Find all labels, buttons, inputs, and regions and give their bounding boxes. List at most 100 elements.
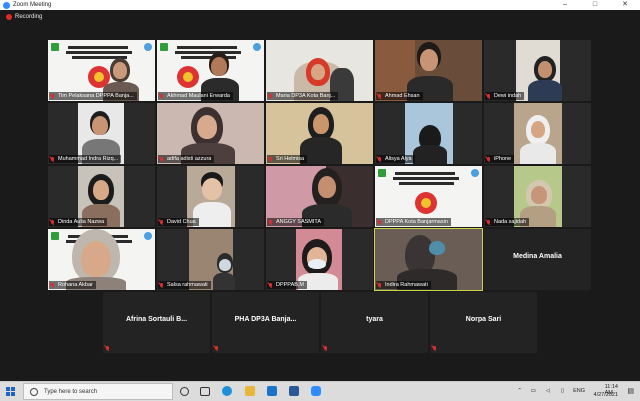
- participant-tile[interactable]: Akhmad Maulani Erwarda: [157, 40, 264, 101]
- edge-icon[interactable]: [222, 386, 232, 396]
- muted-mic-icon: [433, 345, 437, 351]
- muted-mic-icon: [215, 345, 219, 351]
- muted-mic-icon: [160, 282, 164, 288]
- participant-namebar: Muhammad Indra Rizq...: [49, 155, 122, 163]
- participant-name: David Chua: [167, 219, 196, 225]
- participant-tile[interactable]: Salsa rahmawati: [157, 229, 264, 290]
- muted-mic-icon: [487, 219, 491, 225]
- muted-mic-icon: [51, 282, 55, 288]
- participant-namebar: adifa adisti azzura: [158, 155, 215, 163]
- participant-display-name: Norpa Sari: [465, 316, 502, 323]
- participant-namebar: Rohana Akbar: [49, 281, 96, 289]
- participant-tile[interactable]: adifa adisti azzura: [157, 103, 264, 164]
- recording-label: Recording: [15, 14, 43, 20]
- muted-mic-icon: [378, 219, 382, 225]
- muted-mic-icon: [160, 93, 164, 99]
- participant-namebar: iPhone: [485, 155, 515, 163]
- participant-name: Dewi indah: [494, 93, 522, 99]
- participant-namebar: Nada sajidah: [485, 218, 530, 226]
- zoom-icon[interactable]: [311, 386, 321, 396]
- participant-namebar: Dinda Aulia Nazwa: [49, 218, 108, 226]
- participant-name: Sri Helmisa: [276, 156, 305, 162]
- participant-namebar: ANGGY SASMITA: [267, 218, 325, 226]
- window-title: Zoom Meeting: [13, 2, 52, 8]
- word-icon[interactable]: [289, 386, 299, 396]
- cortana-icon[interactable]: [180, 387, 189, 396]
- notification-icon[interactable]: ▤: [627, 387, 634, 395]
- muted-mic-icon: [160, 156, 164, 162]
- participant-tile[interactable]: ANGGY SASMITA: [266, 166, 373, 227]
- search-icon: [30, 387, 38, 396]
- muted-mic-icon: [106, 345, 110, 351]
- participant-tile[interactable]: Ahmad Ehsan: [375, 40, 482, 101]
- participant-tile[interactable]: Muhammad Indra Rizq...: [48, 103, 155, 164]
- participant-namebar: Salsa rahmawati: [158, 281, 211, 289]
- participant-namebar: DPPPA Kota Banjarmasin: [376, 218, 451, 226]
- recording-dot-icon: [6, 14, 12, 20]
- taskbar-search-box[interactable]: Type here to search: [23, 383, 173, 400]
- participant-tile[interactable]: Maria DP3A Kota Banj...: [266, 40, 373, 101]
- participant-tile[interactable]: Tim Pelaksana DPPPA Banja...: [48, 40, 155, 101]
- participant-name: Indira Rahmawati: [385, 282, 428, 288]
- window-controls: – □ ✕: [550, 0, 640, 10]
- participant-tile[interactable]: Alisya Alya: [375, 103, 482, 164]
- participant-tile[interactable]: Rohana Akbar: [48, 229, 155, 290]
- maximize-button[interactable]: □: [580, 0, 610, 10]
- muted-mic-icon: [269, 282, 273, 288]
- participant-tile[interactable]: Dewi indah: [484, 40, 591, 101]
- muted-mic-icon: [269, 219, 273, 225]
- task-view-icon[interactable]: [200, 387, 210, 396]
- window-titlebar: Zoom Meeting – □ ✕: [0, 0, 640, 10]
- participant-namebar: [431, 344, 443, 352]
- language-indicator[interactable]: ENG: [573, 388, 585, 394]
- participant-tile[interactable]: Nada sajidah: [484, 166, 591, 227]
- participant-tile[interactable]: iPhone: [484, 103, 591, 164]
- participant-name: Tim Pelaksana DPPPA Banja...: [58, 93, 134, 99]
- participant-tile-video-off[interactable]: tyara: [321, 292, 428, 353]
- participant-tile[interactable]: DPPPAB,M: [266, 229, 373, 290]
- minimize-button[interactable]: –: [550, 0, 580, 10]
- windows-taskbar: Type here to search ⌃ ▭ ◁ ▯ ENG 11:14 AM…: [0, 381, 640, 401]
- participant-name: DPPPAB,M: [276, 282, 305, 288]
- participant-namebar: [213, 344, 225, 352]
- participant-tile-video-off[interactable]: Medina Amalia: [484, 229, 591, 290]
- network-icon[interactable]: ▭: [531, 388, 536, 394]
- participant-tile-video-off[interactable]: Norpa Sari: [430, 292, 537, 353]
- muted-mic-icon: [51, 156, 55, 162]
- participant-name: ANGGY SASMITA: [276, 219, 322, 225]
- file-explorer-icon[interactable]: [245, 386, 255, 396]
- participant-tile-video-off[interactable]: PHA DP3A Banja...: [212, 292, 319, 353]
- participant-display-name: Afrina Sortauli B...: [125, 316, 188, 323]
- muted-mic-icon: [51, 219, 55, 225]
- participant-name: Akhmad Maulani Erwarda: [167, 93, 230, 99]
- participant-name: DPPPA Kota Banjarmasin: [385, 219, 448, 225]
- participant-name: iPhone: [494, 156, 512, 162]
- participant-name: Ahmad Ehsan: [385, 93, 420, 99]
- participant-name: Alisya Alya: [385, 156, 412, 162]
- participant-tile-video-off[interactable]: Afrina Sortauli B...: [103, 292, 210, 353]
- participant-tile[interactable]: Dinda Aulia Nazwa: [48, 166, 155, 227]
- participant-name: Dinda Aulia Nazwa: [58, 219, 105, 225]
- chevron-up-icon[interactable]: ⌃: [517, 388, 522, 394]
- start-button[interactable]: [6, 387, 15, 396]
- participant-name: Maria DP3A Kota Banj...: [276, 93, 336, 99]
- participant-namebar: Alisya Alya: [376, 155, 415, 163]
- participant-tile[interactable]: DPPPA Kota Banjarmasin: [375, 166, 482, 227]
- close-button[interactable]: ✕: [610, 0, 640, 10]
- muted-mic-icon: [269, 156, 273, 162]
- muted-mic-icon: [160, 219, 164, 225]
- participant-namebar: Dewi indah: [485, 92, 525, 100]
- speaker-icon[interactable]: ◁: [546, 388, 550, 394]
- participant-namebar: Sri Helmisa: [267, 155, 308, 163]
- participant-tile-active-speaker[interactable]: Indira Rahmawati: [374, 228, 483, 291]
- muted-mic-icon: [487, 156, 491, 162]
- participant-name: adifa adisti azzura: [167, 156, 212, 162]
- participant-tile[interactable]: David Chua: [157, 166, 264, 227]
- clock-date[interactable]: 4/27/2021: [594, 392, 618, 398]
- mail-icon[interactable]: [267, 386, 277, 396]
- participant-name: Rohana Akbar: [58, 282, 93, 288]
- participant-display-name: PHA DP3A Banja...: [234, 316, 297, 323]
- battery-icon[interactable]: ▯: [561, 388, 564, 394]
- participant-tile[interactable]: Sri Helmisa: [266, 103, 373, 164]
- recording-indicator[interactable]: Recording: [6, 14, 42, 20]
